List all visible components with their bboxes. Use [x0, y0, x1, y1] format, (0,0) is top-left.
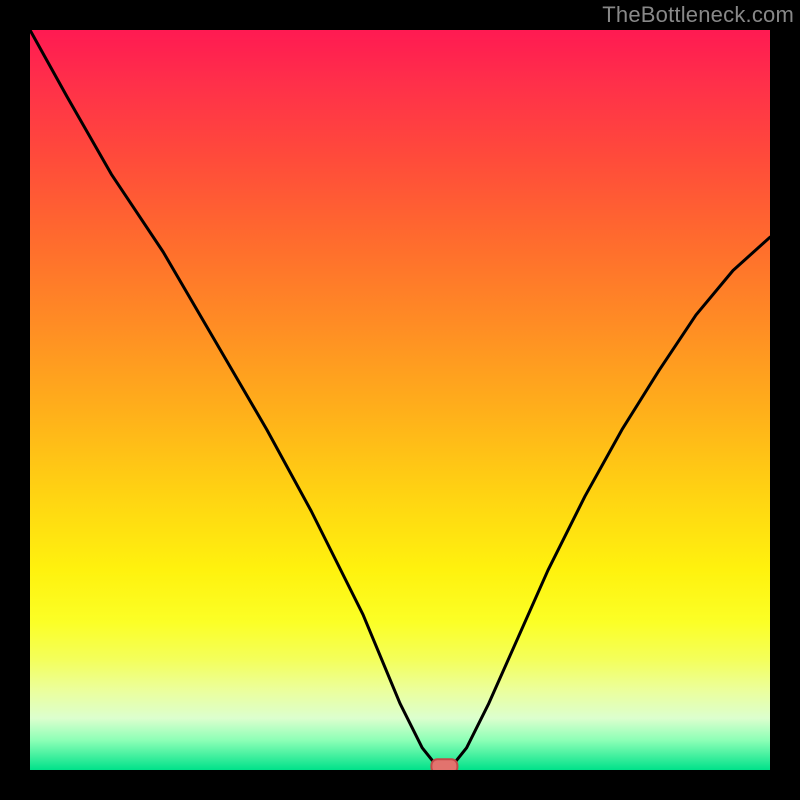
chart-frame: TheBottleneck.com: [0, 0, 800, 800]
curve-svg: [30, 30, 770, 770]
bottleneck-curve: [30, 30, 770, 766]
optimal-marker: [431, 759, 457, 770]
plot-area: [30, 30, 770, 770]
watermark-text: TheBottleneck.com: [602, 2, 794, 28]
